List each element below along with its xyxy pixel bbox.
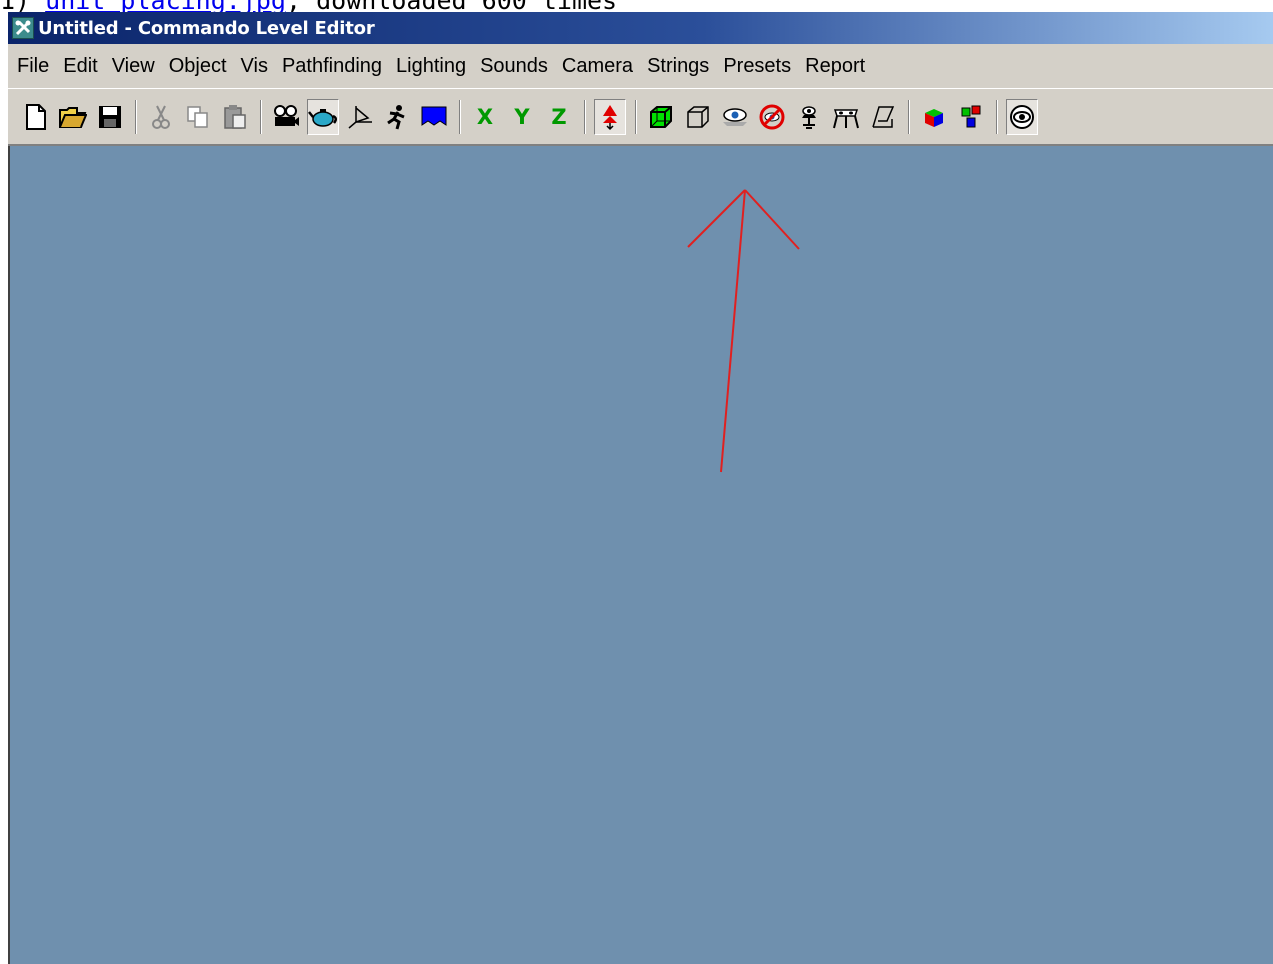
- annotation-arrow: [687, 189, 800, 473]
